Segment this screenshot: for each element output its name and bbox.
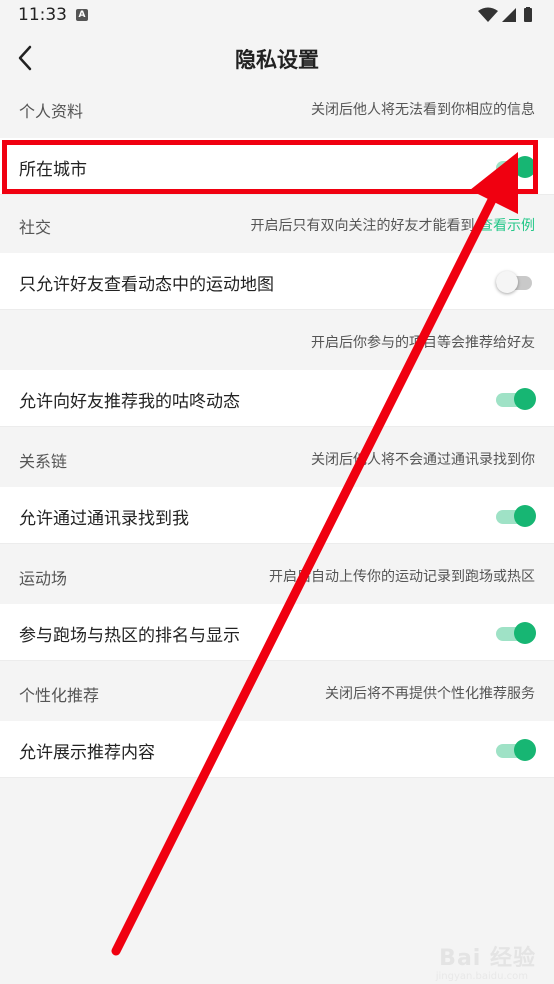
section-recommend-hint: 开启后你参与的项目等会推荐给好友 <box>0 317 554 369</box>
section-social: 社交 开启后只有双向关注的好友才能看到 查看示例 <box>0 195 554 252</box>
row-label: 所在城市 <box>19 160 87 180</box>
status-icons <box>478 7 540 27</box>
watermark-logo: Bai 经验 <box>439 946 536 971</box>
section-hint: 关闭后将不再提供个性化推荐服务 <box>325 686 535 702</box>
nav-bar: 隐私设置 <box>0 30 554 84</box>
section-title: 关系链 <box>19 452 68 471</box>
wifi-icon <box>478 7 498 22</box>
section-hint: 开启后你参与的项目等会推荐给好友 <box>311 335 535 351</box>
section-hint: 关闭后他人将无法看到你相应的信息 <box>311 102 535 118</box>
section-hint: 开启后只有双向关注的好友才能看到 查看示例 <box>250 218 535 234</box>
city-toggle[interactable] <box>496 156 536 178</box>
watermark-url: jingyan.baidu.com <box>435 971 528 982</box>
section-hint: 关闭后他人将不会通过通讯录找到你 <box>311 452 535 468</box>
row-label: 只允许好友查看动态中的运动地图 <box>19 275 274 295</box>
section-personalized: 个性化推荐 关闭后将不再提供个性化推荐服务 <box>0 668 554 720</box>
recommend-dynamics-toggle[interactable] <box>496 388 536 410</box>
status-bar: 11:33 A <box>0 0 554 30</box>
row-recommend-dynamics[interactable]: 允许向好友推荐我的咕咚动态 <box>0 370 554 427</box>
signal-icon <box>502 8 516 22</box>
section-title: 个人资料 <box>19 102 84 121</box>
row-show-recommend[interactable]: 允许展示推荐内容 <box>0 721 554 778</box>
section-title: 社交 <box>19 218 52 237</box>
row-label: 允许展示推荐内容 <box>19 743 155 763</box>
ranking-toggle[interactable] <box>496 622 536 644</box>
section-sports-field: 运动场 开启后自动上传你的运动记录到跑场或热区 <box>0 551 554 603</box>
section-hint: 开启后自动上传你的运动记录到跑场或热区 <box>269 569 535 585</box>
row-friends-only-map[interactable]: 只允许好友查看动态中的运动地图 <box>0 253 554 310</box>
section-title: 运动场 <box>19 569 68 588</box>
page-title: 隐私设置 <box>235 48 319 72</box>
row-label: 参与跑场与热区的排名与显示 <box>19 626 240 646</box>
find-by-contacts-toggle[interactable] <box>496 505 536 527</box>
row-label: 允许向好友推荐我的咕咚动态 <box>19 392 240 412</box>
battery-icon <box>524 8 532 22</box>
section-title: 个性化推荐 <box>19 686 100 705</box>
show-recommend-toggle[interactable] <box>496 739 536 761</box>
status-time: 11:33 <box>18 5 67 25</box>
row-find-by-contacts[interactable]: 允许通过通讯录找到我 <box>0 487 554 544</box>
row-label: 允许通过通讯录找到我 <box>19 509 189 529</box>
section-personal-info: 个人资料 关闭后他人将无法看到你相应的信息 <box>0 84 554 138</box>
view-example-link[interactable]: 查看示例 <box>479 218 535 234</box>
row-ranking[interactable]: 参与跑场与热区的排名与显示 <box>0 604 554 661</box>
section-relationship: 关系链 关闭后他人将不会通过通讯录找到你 <box>0 434 554 486</box>
notification-icon: A <box>76 9 88 21</box>
friends-only-map-toggle[interactable] <box>496 271 536 293</box>
row-city[interactable]: 所在城市 <box>0 138 554 195</box>
